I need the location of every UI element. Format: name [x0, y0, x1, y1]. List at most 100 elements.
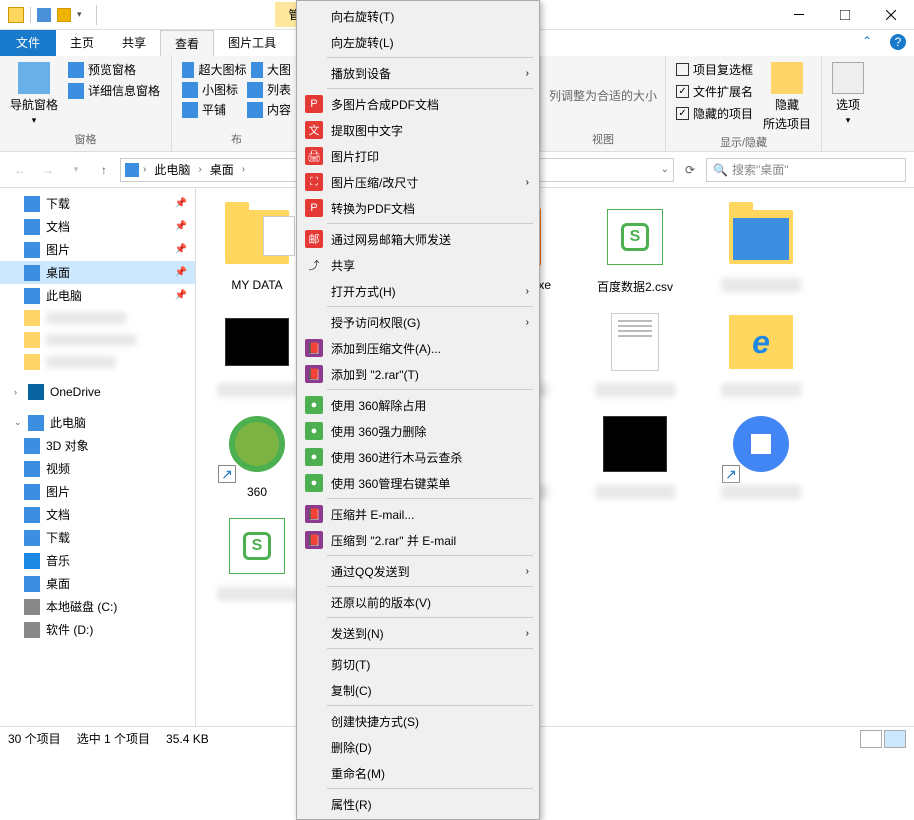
- menu-rename[interactable]: 重命名(M): [299, 760, 537, 786]
- menu-rotate-right[interactable]: 向右旋转(T): [299, 3, 537, 29]
- tree-videos[interactable]: 视频: [0, 457, 195, 480]
- menu-pdf-merge[interactable]: P多图片合成PDF文档: [299, 91, 537, 117]
- document-icon: [24, 219, 40, 235]
- csv-icon: S: [607, 209, 663, 265]
- view-tab[interactable]: 查看: [160, 30, 214, 56]
- chevron-right-icon[interactable]: ›: [14, 387, 22, 397]
- item-baidu-csv[interactable]: S百度数据2.csv: [578, 198, 692, 295]
- hide-selected-button[interactable]: 隐藏所选项目: [761, 60, 813, 134]
- menu-360-force-delete[interactable]: ●使用 360强力删除: [299, 418, 537, 444]
- details-pane-button[interactable]: 详细信息窗格: [66, 81, 162, 100]
- menu-add-2rar[interactable]: 📕添加到 "2.rar"(T): [299, 361, 537, 387]
- menu-qq-send[interactable]: 通过QQ发送到›: [299, 558, 537, 584]
- icons-view-button[interactable]: [884, 730, 906, 748]
- tiles-button[interactable]: 平铺内容: [180, 100, 293, 119]
- maximize-button[interactable]: [822, 0, 868, 30]
- tree-thispc[interactable]: ⌄此电脑: [0, 411, 195, 434]
- breadcrumb-thispc[interactable]: 此电脑: [150, 159, 194, 180]
- tree-cdrive[interactable]: 本地磁盘 (C:): [0, 595, 195, 618]
- small-icons-button[interactable]: 小图标列表: [180, 80, 293, 99]
- menu-delete[interactable]: 删除(D): [299, 734, 537, 760]
- tree-music[interactable]: 音乐: [0, 549, 195, 572]
- recent-dropdown[interactable]: ▾: [64, 158, 88, 182]
- chevron-down-icon[interactable]: ⌄: [14, 417, 22, 428]
- archive-icon: 📕: [305, 339, 323, 357]
- item-ie-folder[interactable]: e: [704, 303, 818, 397]
- breadcrumb-desktop[interactable]: 桌面: [206, 159, 238, 180]
- menu-properties[interactable]: 属性(R): [299, 791, 537, 817]
- menu-zip-email[interactable]: 📕压缩并 E-mail...: [299, 501, 537, 527]
- tree-documents2[interactable]: 文档: [0, 503, 195, 526]
- tree-folder-obscured[interactable]: [0, 351, 195, 373]
- tree-folder-obscured[interactable]: [0, 329, 195, 351]
- tree-onedrive[interactable]: ›OneDrive: [0, 381, 195, 403]
- qat-icon[interactable]: [37, 8, 51, 22]
- menu-360-rightclick[interactable]: ●使用 360管理右键菜单: [299, 470, 537, 496]
- menu-cast[interactable]: 播放到设备›: [299, 60, 537, 86]
- share-tab[interactable]: 共享: [108, 30, 160, 56]
- search-input[interactable]: 🔍 搜索"桌面": [706, 158, 906, 182]
- menu-openwith[interactable]: 打开方式(H)›: [299, 278, 537, 304]
- print-icon: 🖨: [305, 147, 323, 165]
- xl-icons-button[interactable]: 超大图标大图: [180, 60, 293, 79]
- menu-netease[interactable]: 邮通过网易邮箱大师发送: [299, 226, 537, 252]
- menu-create-shortcut[interactable]: 创建快捷方式(S): [299, 708, 537, 734]
- item-txt[interactable]: [578, 303, 692, 397]
- tree-folder-obscured[interactable]: [0, 307, 195, 329]
- tree-ddrive[interactable]: 软件 (D:): [0, 618, 195, 641]
- preview-pane-button[interactable]: 预览窗格: [66, 60, 162, 79]
- navigation-pane-button[interactable]: 导航窗格 ▾: [8, 60, 60, 131]
- back-button[interactable]: ←: [8, 158, 32, 182]
- close-button[interactable]: [868, 0, 914, 30]
- minimize-button[interactable]: [776, 0, 822, 30]
- menu-360-unlock[interactable]: ●使用 360解除占用: [299, 392, 537, 418]
- up-button[interactable]: ↑: [92, 158, 116, 182]
- ocr-icon: 文: [305, 121, 323, 139]
- status-size: 35.4 KB: [166, 732, 209, 746]
- showhide-group-label: 显示/隐藏: [674, 134, 813, 150]
- menu-add-archive[interactable]: 📕添加到压缩文件(A)...: [299, 335, 537, 361]
- cmd-icon: [225, 318, 289, 366]
- tree-pictures[interactable]: 图片📌: [0, 238, 195, 261]
- tree-downloads2[interactable]: 下载: [0, 526, 195, 549]
- item-checkbox-toggle[interactable]: 项目复选框: [674, 60, 755, 79]
- refresh-button[interactable]: ⟳: [678, 158, 702, 182]
- help-button[interactable]: ?: [890, 34, 906, 50]
- menu-sendto[interactable]: 发送到(N)›: [299, 620, 537, 646]
- hidden-items-toggle[interactable]: ✓隐藏的项目: [674, 104, 755, 123]
- file-ext-toggle[interactable]: ✓文件扩展名: [674, 82, 755, 101]
- menu-resize[interactable]: ⛶图片压缩/改尺寸›: [299, 169, 537, 195]
- collapse-ribbon-icon[interactable]: ⌃: [852, 30, 882, 56]
- navigation-tree[interactable]: 下载📌 文档📌 图片📌 桌面📌 此电脑📌 ›OneDrive ⌄此电脑 3D 对…: [0, 188, 196, 726]
- menu-share[interactable]: ⤴共享: [299, 252, 537, 278]
- tree-desktop2[interactable]: 桌面: [0, 572, 195, 595]
- forward-button[interactable]: →: [36, 158, 60, 182]
- item-obscured[interactable]: [704, 198, 818, 295]
- picture-tools-tab[interactable]: 图片工具: [214, 30, 290, 56]
- home-tab[interactable]: 主页: [56, 30, 108, 56]
- menu-topdf[interactable]: P转换为PDF文档: [299, 195, 537, 221]
- file-tab[interactable]: 文件: [0, 30, 56, 56]
- tree-documents[interactable]: 文档📌: [0, 215, 195, 238]
- options-button[interactable]: 选项 ▾: [830, 60, 866, 128]
- menu-print[interactable]: 🖨图片打印: [299, 143, 537, 169]
- tree-downloads[interactable]: 下载📌: [0, 192, 195, 215]
- menu-restore-version[interactable]: 还原以前的版本(V): [299, 589, 537, 615]
- item-cmd-thumb[interactable]: [578, 405, 692, 499]
- tree-thispc-quick[interactable]: 此电脑📌: [0, 284, 195, 307]
- menu-cut[interactable]: 剪切(T): [299, 651, 537, 677]
- menu-zip-2rar-email[interactable]: 📕压缩到 "2.rar" 并 E-mail: [299, 527, 537, 553]
- tree-pictures2[interactable]: 图片: [0, 480, 195, 503]
- details-view-button[interactable]: [860, 730, 882, 748]
- qat-dropdown-icon[interactable]: ▾: [77, 9, 82, 20]
- menu-rotate-left[interactable]: 向左旋转(L): [299, 29, 537, 55]
- tree-3d[interactable]: 3D 对象: [0, 434, 195, 457]
- tree-desktop[interactable]: 桌面📌: [0, 261, 195, 284]
- qat-folder-icon[interactable]: [57, 8, 71, 22]
- breadcrumb-dropdown-icon[interactable]: ⌄: [661, 164, 669, 175]
- menu-ocr[interactable]: 文提取图中文字: [299, 117, 537, 143]
- menu-360-scan[interactable]: ●使用 360进行木马云查杀: [299, 444, 537, 470]
- item-security[interactable]: ↗: [704, 405, 818, 499]
- menu-copy[interactable]: 复制(C): [299, 677, 537, 703]
- menu-grant-access[interactable]: 授予访问权限(G)›: [299, 309, 537, 335]
